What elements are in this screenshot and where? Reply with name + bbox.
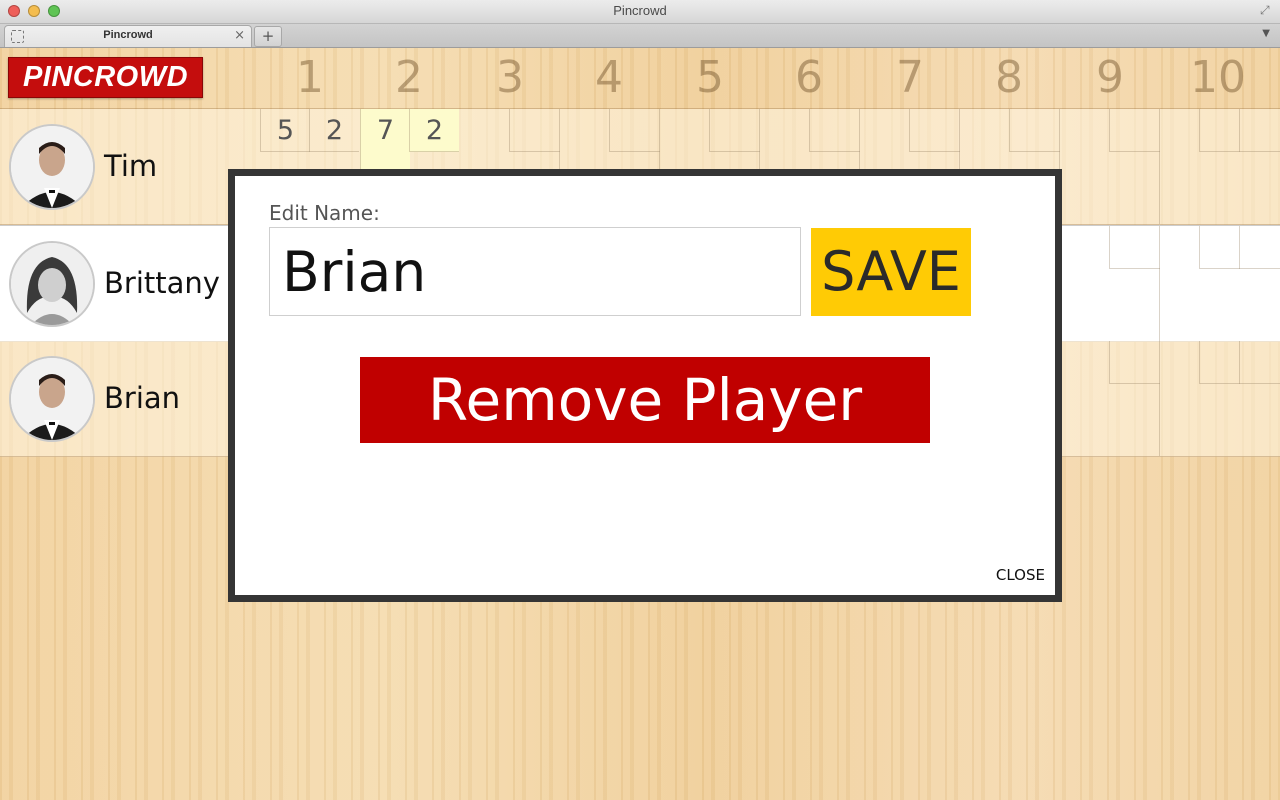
fullscreen-icon[interactable]: ⤢ [1260,4,1272,16]
new-tab-button[interactable]: + [254,26,282,47]
roll-score: 2 [309,109,359,152]
edit-name-label: Edit Name: [269,201,380,225]
roll-box [1239,226,1280,269]
tuxedo-avatar-icon [11,126,93,208]
roll-box [509,109,560,152]
frame-number: 9 [1096,52,1124,103]
frame-number: 1 [296,52,324,103]
tuxedo-avatar-icon [11,358,93,440]
frame-number: 6 [795,52,823,103]
frame-column [1159,341,1160,456]
woman-avatar-icon [11,243,93,325]
player-name[interactable]: Tim [104,149,157,183]
frame-number: 7 [896,52,924,103]
frame-column [1159,226,1160,341]
edit-player-modal: Edit Name: SAVE Remove Player CLOSE [228,169,1062,602]
frame-column [1159,109,1160,224]
avatar[interactable] [9,241,95,327]
avatar[interactable] [9,124,95,210]
roll-box [1009,109,1060,152]
window-title: Pincrowd [613,3,667,18]
frame-header: PINCROWD 1 2 3 4 5 6 7 8 9 10 [0,48,1280,109]
close-modal-link[interactable]: CLOSE [996,566,1045,584]
tab-close-icon[interactable]: × [234,28,245,43]
roll-box [709,109,760,152]
tab-menu-chevron-icon[interactable]: ▼ [1262,28,1270,39]
pincrowd-logo: PINCROWD [8,57,203,98]
frame-number: 10 [1190,52,1246,103]
tab-bar: Pincrowd × + ▼ [0,24,1280,48]
remove-player-button[interactable]: Remove Player [360,357,930,443]
player-name[interactable]: Brian [104,381,180,415]
roll-box [1109,109,1160,152]
roll-box [1109,226,1160,269]
tab-pincrowd[interactable]: Pincrowd × [4,25,252,47]
frame-number: 2 [395,52,423,103]
player-name[interactable]: Brittany [104,266,220,300]
player-name-input[interactable] [269,227,801,316]
roll-box [1199,341,1240,384]
title-bar: Pincrowd ⤢ [0,0,1280,24]
roll-box [1239,341,1280,384]
roll-box [909,109,960,152]
frame-number: 3 [496,52,524,103]
roll-box [1239,109,1280,152]
roll-box [1199,109,1240,152]
roll-score: 2 [409,109,459,152]
frame-number: 4 [595,52,623,103]
avatar[interactable] [9,356,95,442]
tab-label: Pincrowd [103,29,153,41]
roll-box [609,109,660,152]
frame-number: 8 [995,52,1023,103]
roll-box [1109,341,1160,384]
save-button[interactable]: SAVE [811,228,971,316]
roll-box [809,109,860,152]
frame-number: 5 [696,52,724,103]
roll-score: 5 [260,109,310,152]
roll-box [1199,226,1240,269]
